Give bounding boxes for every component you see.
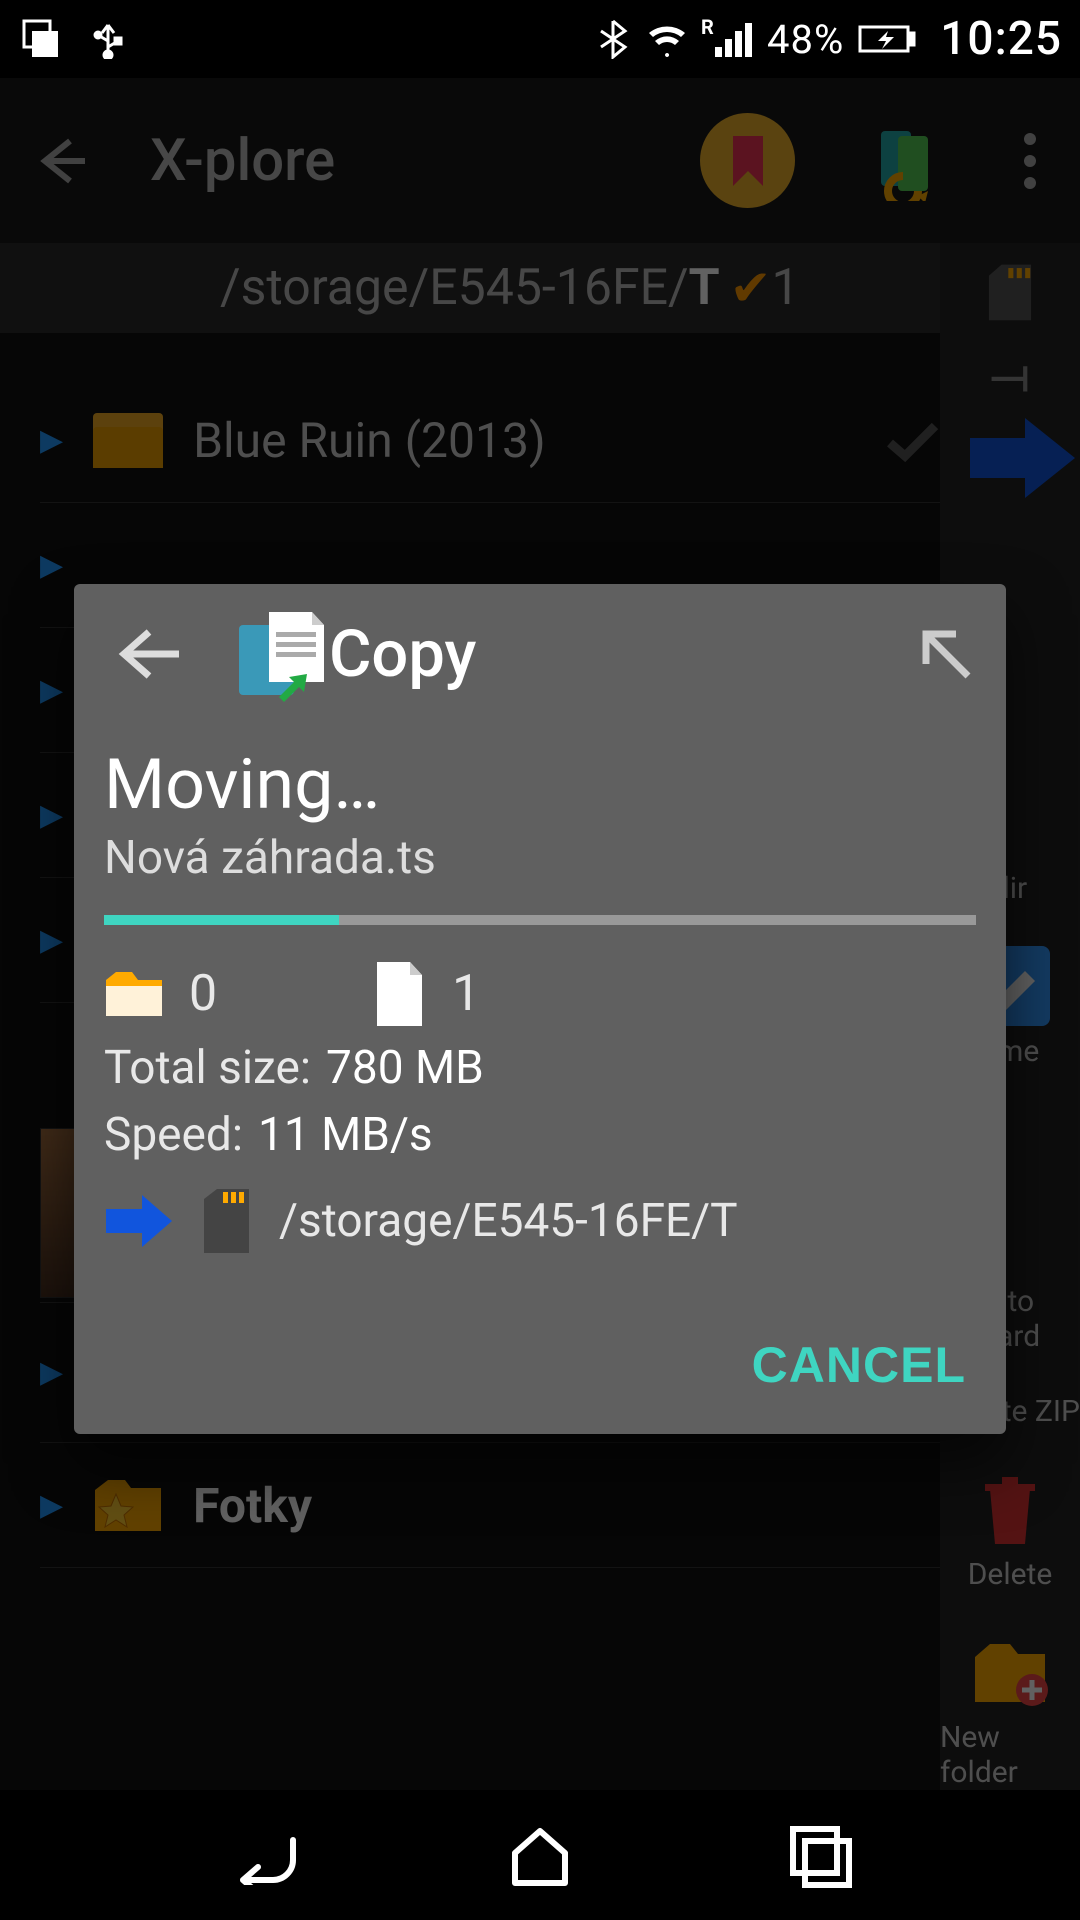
file-icon [372,960,427,1028]
wifi-icon [647,19,687,59]
progress-bar [104,915,976,925]
nav-recent-button[interactable] [780,1815,860,1895]
collapse-icon[interactable] [916,624,976,684]
speed-value: 11 MB/s [258,1108,433,1162]
bluetooth-icon [593,19,633,59]
sdcard-icon [199,1187,254,1255]
dialog-back-button[interactable] [104,609,194,699]
usb-icon [88,19,128,59]
clock: 10:25 [940,12,1062,66]
signal-icon: R [701,19,753,59]
dialog-title: Copy [329,616,476,692]
dialog-status: Moving… [104,744,976,826]
nav-back-button[interactable] [220,1815,300,1895]
file-count: 1 [452,965,480,1023]
copy-dialog: Copy Moving… Nová záhrada.ts 0 1 Total s… [74,584,1006,1434]
speed-label: Speed: [104,1108,243,1162]
battery-icon [858,19,916,59]
copy-icon [234,607,329,702]
folder-count: 0 [189,965,217,1023]
svg-text:R: R [701,19,715,39]
total-value: 780 MB [326,1041,484,1095]
nav-bar [0,1790,1080,1920]
arrow-right-icon [104,1191,174,1251]
multiwindow-icon [20,19,60,59]
battery-percent: 48% [767,16,844,63]
dialog-filename: Nová záhrada.ts [104,831,976,885]
cancel-button[interactable]: CANCEL [752,1336,966,1394]
status-bar: R 48% 10:25 [0,0,1080,78]
total-label: Total size: [104,1041,311,1095]
progress-fill [104,915,339,925]
nav-home-button[interactable] [500,1815,580,1895]
dest-path: /storage/E545-16FE/T [279,1194,738,1248]
folder-icon [104,970,164,1018]
